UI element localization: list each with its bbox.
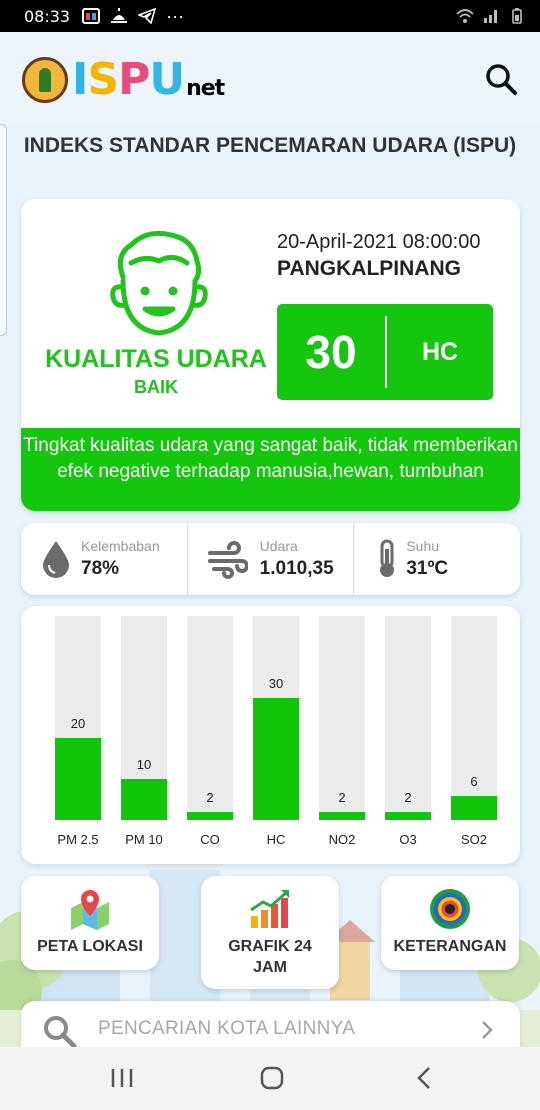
telegram-icon bbox=[138, 8, 157, 24]
chart-24h-label: GRAFIK 24 JAM bbox=[228, 938, 312, 976]
category-label: CO bbox=[200, 832, 220, 847]
bar bbox=[187, 811, 233, 820]
critical-parameter: HC bbox=[421, 337, 459, 366]
logo-letter: U bbox=[149, 54, 185, 105]
weather-stats-card: Kelembaban 78% Udara 1.010,35 Suhu 31ºC bbox=[21, 523, 520, 595]
wifi-icon bbox=[456, 9, 474, 23]
back-icon[interactable] bbox=[410, 1065, 440, 1091]
logo-letter: P bbox=[118, 54, 150, 105]
search-icon[interactable] bbox=[484, 62, 518, 96]
logo-wordmark: I S P U net bbox=[72, 54, 225, 105]
bar-value-label: 20 bbox=[70, 716, 86, 732]
category-label: PM 10 bbox=[125, 832, 163, 847]
ispu-index-value: 30 bbox=[305, 326, 357, 378]
temperature-value: 31ºC bbox=[406, 558, 449, 579]
bar bbox=[319, 811, 365, 820]
category-label: PM 2.5 bbox=[57, 832, 99, 847]
bar-value-label: 6 bbox=[470, 773, 478, 789]
home-icon[interactable] bbox=[257, 1065, 287, 1091]
temperature-label: Suhu bbox=[406, 538, 440, 554]
chart-24h-button[interactable]: GRAFIK 24 JAM bbox=[201, 876, 339, 989]
logo-letter: I bbox=[72, 54, 88, 105]
ispu-index-box: 30 HC bbox=[277, 304, 493, 400]
air-quality-card: KUALITAS UDARA BAIK 20-April-2021 08:00:… bbox=[21, 199, 520, 511]
bar bbox=[385, 811, 431, 820]
status-time: 08:33 bbox=[24, 6, 71, 26]
legend-label: KETERANGAN bbox=[393, 938, 507, 955]
bar bbox=[121, 779, 167, 820]
android-nav-bar bbox=[0, 1047, 540, 1110]
legend-button[interactable]: KETERANGAN bbox=[381, 876, 519, 970]
category-label: HC bbox=[266, 832, 286, 847]
humidity-stat: Kelembaban 78% bbox=[21, 523, 187, 595]
ministry-seal-icon bbox=[22, 56, 68, 103]
wind-icon bbox=[207, 541, 248, 579]
bar-value-label: 2 bbox=[206, 789, 214, 805]
chevron-right-icon bbox=[482, 1021, 493, 1039]
category-label: SO2 bbox=[460, 832, 487, 847]
bar-value-label: 2 bbox=[404, 789, 412, 805]
category-label: O3 bbox=[399, 832, 417, 847]
app-bar: I S P U net bbox=[0, 32, 540, 124]
bar-chart-icon bbox=[250, 890, 289, 928]
quality-label: KUALITAS UDARA bbox=[45, 345, 267, 373]
signal-icon bbox=[484, 10, 497, 23]
map-location-label: PETA LOKASI bbox=[37, 938, 143, 955]
air-pressure-label: Udara bbox=[259, 538, 298, 554]
status-bar: 08:33 ··· bbox=[0, 0, 540, 32]
bar bbox=[451, 795, 497, 820]
air-pressure-value: 1.010,35 bbox=[259, 558, 334, 579]
bar-value-label: 10 bbox=[136, 757, 152, 773]
legend-icon bbox=[430, 889, 470, 929]
bar bbox=[253, 697, 299, 820]
quality-description: Tingkat kualitas udara yang sangat baik,… bbox=[21, 428, 520, 511]
bar bbox=[55, 738, 101, 820]
logo-letter: S bbox=[87, 54, 119, 105]
thermometer-icon bbox=[380, 539, 395, 577]
bar-value-label: 30 bbox=[268, 675, 284, 691]
quality-value: BAIK bbox=[134, 377, 178, 397]
city-search-placeholder[interactable]: PENCARIAN KOTA LAINNYA bbox=[98, 1018, 355, 1040]
humidity-label: Kelembaban bbox=[81, 538, 160, 554]
air-pressure-stat: Udara 1.010,35 bbox=[186, 523, 354, 595]
happy-face-icon bbox=[110, 230, 208, 336]
recent-apps-icon[interactable] bbox=[107, 1065, 137, 1091]
measurement-datetime: 20-April-2021 08:00:00 bbox=[277, 231, 481, 253]
weather-notification-icon bbox=[111, 8, 128, 23]
map-location-button[interactable]: PETA LOKASI bbox=[21, 876, 159, 970]
bar-background bbox=[451, 616, 497, 820]
page-title: INDEKS STANDAR PENCEMARAN UDARA (ISPU) bbox=[23, 134, 517, 157]
battery-icon bbox=[512, 8, 522, 24]
more-notifications-icon: ··· bbox=[166, 5, 185, 26]
bar-track bbox=[451, 616, 497, 820]
bar-track bbox=[121, 616, 167, 820]
category-label: NO2 bbox=[328, 832, 356, 847]
search-icon bbox=[44, 1016, 77, 1049]
pollutant-chart: 20 PM 2.5 10 PM 10 2 CO 30 HC 2 NO2 2 O3 6 SO2 bbox=[21, 606, 520, 864]
map-pin-icon bbox=[71, 890, 109, 930]
humidity-value: 78% bbox=[81, 558, 120, 579]
logo-suffix: net bbox=[186, 76, 225, 101]
ispunet-logo: I S P U net bbox=[22, 54, 225, 105]
water-drop-icon bbox=[43, 541, 69, 578]
bar-track bbox=[253, 616, 299, 820]
temperature-stat: Suhu 31ºC bbox=[353, 523, 520, 595]
bar-value-label: 2 bbox=[338, 789, 346, 805]
city-name: PANGKALPINANG bbox=[277, 257, 461, 280]
calendar-notification-icon bbox=[82, 8, 101, 24]
